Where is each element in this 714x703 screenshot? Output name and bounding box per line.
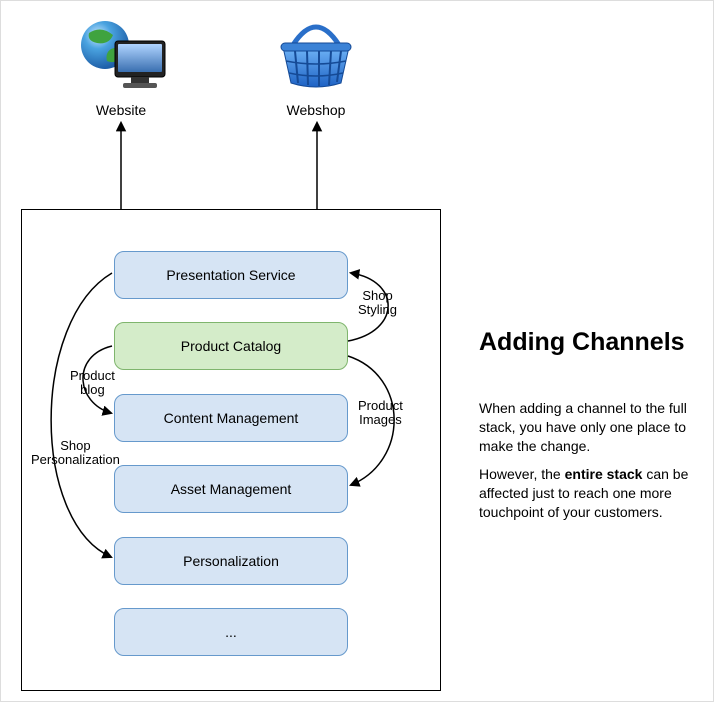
sidebar-p2: However, the entire stack can be affecte…: [479, 465, 695, 522]
ann-shop-personalization: Shop Personalization: [31, 439, 120, 468]
box-label: Content Management: [164, 410, 299, 426]
box-label: Product Catalog: [181, 338, 281, 354]
website-label: Website: [61, 102, 181, 118]
box-label: Asset Management: [171, 481, 292, 497]
box-label: Personalization: [183, 553, 279, 569]
webshop-icon-group: Webshop: [256, 15, 376, 118]
box-asset-management: Asset Management: [114, 465, 348, 513]
webshop-label: Webshop: [256, 102, 376, 118]
box-product-catalog: Product Catalog: [114, 322, 348, 370]
ann-product-images: Product Images: [358, 399, 403, 428]
website-icon-group: Website: [61, 15, 181, 118]
sidebar-p1: When adding a channel to the full stack,…: [479, 399, 695, 456]
globe-monitor-icon: [71, 15, 171, 95]
diagram-canvas: Website Webshop: [0, 0, 714, 702]
ann-shop-styling: Shop Styling: [358, 289, 397, 318]
sidebar-heading: Adding Channels: [479, 328, 689, 357]
box-personalization: Personalization: [114, 537, 348, 585]
ann-product-blog: Product blog: [70, 369, 115, 398]
box-presentation-service: Presentation Service: [114, 251, 348, 299]
box-content-management: Content Management: [114, 394, 348, 442]
box-label: ...: [225, 624, 237, 640]
box-label: Presentation Service: [166, 267, 295, 283]
basket-icon: [271, 15, 361, 95]
box-more: ...: [114, 608, 348, 656]
